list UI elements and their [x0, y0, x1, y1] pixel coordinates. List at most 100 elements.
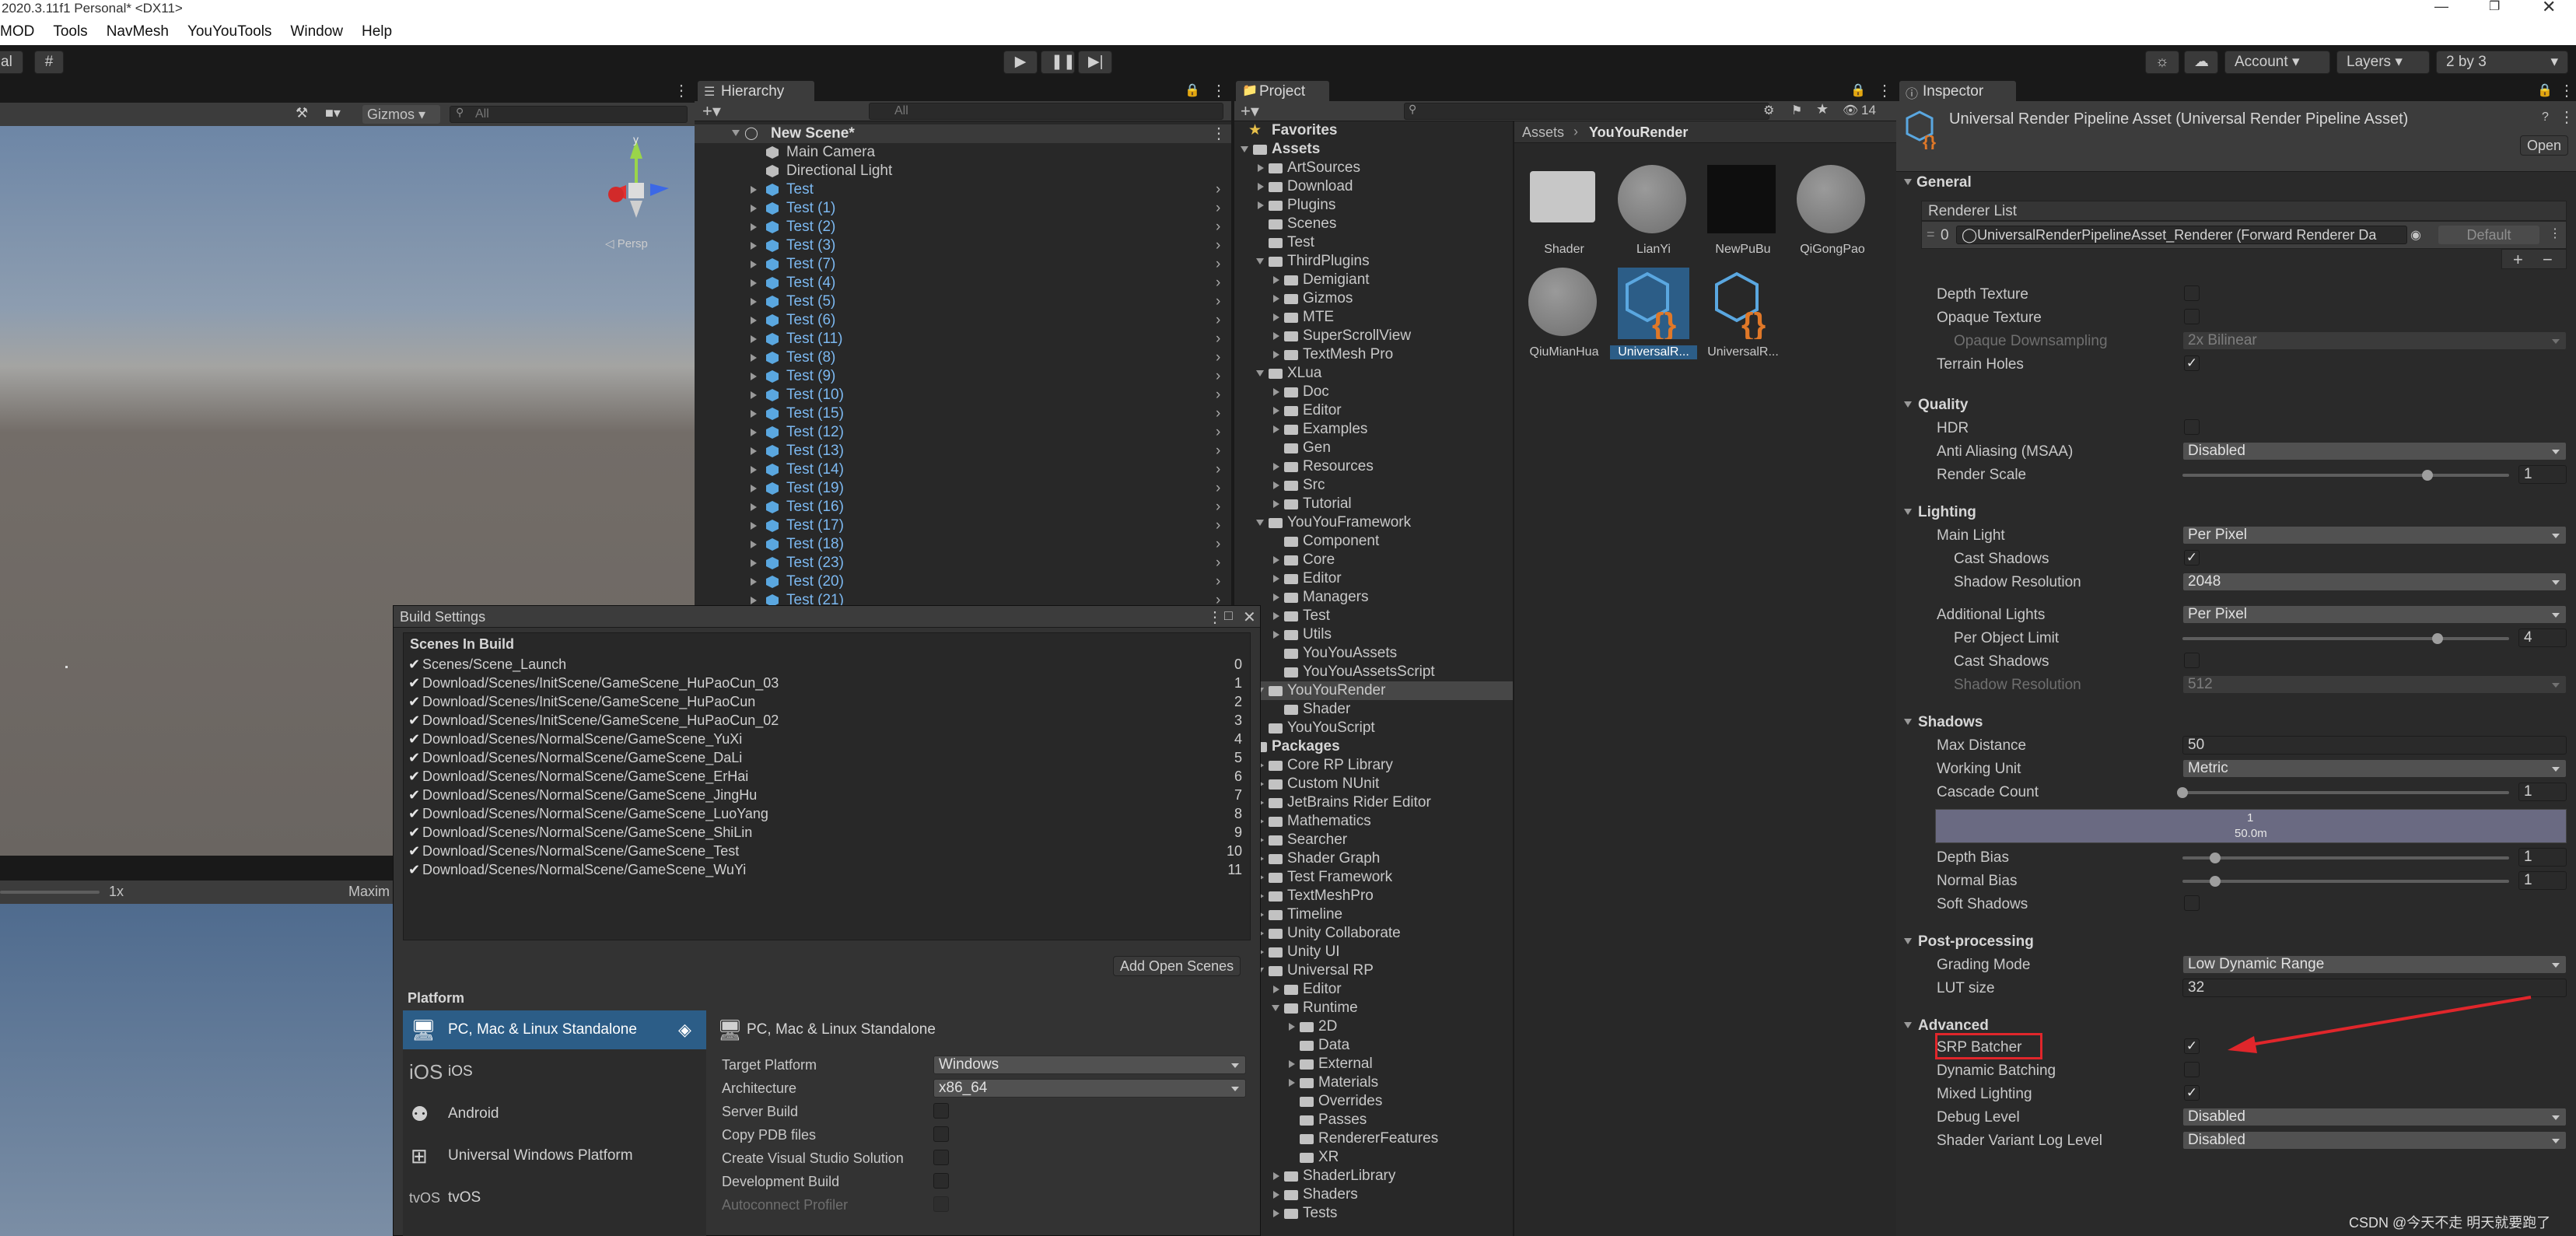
platform-item[interactable]: ⚉ Android — [403, 1094, 706, 1133]
folder-tree-item[interactable]: Shaders — [1234, 1185, 1513, 1204]
checkmark-icon[interactable]: ✔ — [408, 823, 420, 842]
folder-tree-item[interactable]: Test Framework — [1234, 868, 1513, 887]
services-button[interactable]: ☼ — [2145, 51, 2179, 74]
asset-tile[interactable]: Shader — [1525, 165, 1603, 261]
open-prefab-arrow-icon[interactable]: › — [1216, 218, 1220, 236]
expand-arrow-icon[interactable] — [751, 205, 757, 212]
open-prefab-arrow-icon[interactable]: › — [1216, 479, 1220, 498]
debug-level-value-dropdown[interactable]: Disabled — [2182, 1108, 2567, 1126]
expand-arrow-icon[interactable] — [751, 503, 757, 511]
hierarchy-item[interactable]: Test (10) › — [695, 386, 1231, 404]
more-options-icon[interactable]: ⋮ — [1211, 81, 1227, 100]
scene-row[interactable]: ✔ Download/Scenes/NormalScene/GameScene_T… — [404, 842, 1250, 860]
open-prefab-arrow-icon[interactable]: › — [1216, 442, 1220, 460]
folder-tree-item[interactable]: MTE — [1234, 308, 1513, 327]
collapse-arrow-icon[interactable] — [1273, 276, 1279, 284]
main-light-value-dropdown[interactable]: Per Pixel — [2182, 526, 2567, 544]
collapse-arrow-icon[interactable] — [1258, 183, 1264, 191]
orientation-gizmo[interactable]: y — [591, 134, 684, 243]
terrain-holes-checkbox[interactable]: ✓ — [2184, 355, 2200, 371]
scene-menu-icon[interactable]: ⋮ — [1211, 124, 1227, 143]
lock-icon[interactable]: 🔒 — [1850, 82, 1866, 98]
folder-tree-item[interactable]: Shader Graph — [1234, 849, 1513, 868]
collapse-arrow-icon[interactable] — [1273, 1191, 1279, 1199]
checkmark-icon[interactable]: ✔ — [408, 655, 420, 674]
folder-tree-item[interactable]: Doc — [1234, 383, 1513, 401]
collapse-arrow-icon[interactable] — [1273, 1172, 1279, 1180]
working-unit-value-dropdown[interactable]: Metric — [2182, 759, 2567, 778]
cast-shadows-checkbox[interactable]: ✓ — [2184, 550, 2200, 565]
collapse-arrow-icon[interactable] — [1273, 631, 1279, 639]
folder-tree-item[interactable]: Passes — [1234, 1111, 1513, 1129]
cascade-count-value-slider[interactable] — [2182, 791, 2509, 794]
menu-item-window[interactable]: Window — [281, 17, 352, 40]
more-options-icon[interactable]: ⋮ — [1877, 81, 1892, 100]
per-object-limit-value-slider[interactable] — [2182, 637, 2509, 640]
hierarchy-item[interactable]: Test (5) › — [695, 292, 1231, 311]
hierarchy-item[interactable]: Test (15) › — [695, 404, 1231, 423]
grid-snap-button[interactable]: # — [34, 51, 64, 74]
filter-label-icon[interactable]: ⚑ — [1791, 103, 1802, 118]
folder-tree-item[interactable]: ArtSources — [1234, 159, 1513, 177]
normal-bias-value-field[interactable]: 1 — [2518, 871, 2567, 890]
breadcrumb-assets[interactable]: Assets — [1522, 124, 1564, 141]
max-distance-value-field[interactable]: 50 — [2182, 736, 2567, 755]
hierarchy-item[interactable]: Test (12) › — [695, 423, 1231, 442]
folder-tree-item[interactable]: Download — [1234, 177, 1513, 196]
folder-tree-item[interactable]: Editor — [1234, 401, 1513, 420]
add-icon[interactable]: +▾ — [702, 101, 721, 121]
menu-item-tools[interactable]: Tools — [44, 17, 96, 40]
open-prefab-arrow-icon[interactable]: › — [1216, 386, 1220, 404]
hierarchy-item[interactable]: Test (18) › — [695, 535, 1231, 554]
expand-arrow-icon[interactable] — [751, 317, 757, 324]
hierarchy-item[interactable]: Test (14) › — [695, 460, 1231, 479]
folder-tree-item[interactable]: Editor — [1234, 569, 1513, 588]
expand-arrow-icon[interactable] — [751, 578, 757, 586]
mixed-lighting-checkbox[interactable]: ✓ — [2184, 1085, 2200, 1101]
menu-item-help[interactable]: Help — [352, 17, 401, 40]
expand-arrow-icon[interactable] — [751, 298, 757, 306]
folder-tree-item[interactable]: Demigiant — [1234, 271, 1513, 289]
collapse-arrow-icon[interactable] — [1273, 407, 1279, 415]
hidden-packages-icon[interactable]: 👁 — [1843, 103, 1858, 118]
hierarchy-search-input[interactable]: All — [869, 103, 1223, 120]
expand-arrow-icon[interactable] — [1256, 258, 1264, 264]
folder-tree-item[interactable]: Core RP Library — [1234, 756, 1513, 775]
build-option-checkbox[interactable] — [933, 1103, 949, 1119]
expand-arrow-icon[interactable] — [751, 447, 757, 455]
close-window-icon[interactable]: ✕ — [2542, 0, 2556, 17]
collapse-arrow-icon[interactable] — [1289, 1023, 1295, 1031]
dynamic-batching-checkbox[interactable] — [2184, 1062, 2200, 1077]
open-prefab-arrow-icon[interactable]: › — [1216, 180, 1220, 199]
folder-tree-item[interactable]: Mathematics — [1234, 812, 1513, 831]
more-options-icon[interactable]: ⋮ — [1207, 607, 1223, 627]
filter-type-icon[interactable]: ⚙ — [1763, 103, 1774, 118]
collapse-arrow-icon[interactable] — [1273, 351, 1279, 359]
folder-tree-item[interactable]: Managers — [1234, 588, 1513, 607]
shadow-resolution-value-dropdown[interactable]: 2048 — [2182, 572, 2567, 591]
slider-knob[interactable] — [2210, 876, 2221, 887]
open-prefab-arrow-icon[interactable]: › — [1216, 554, 1220, 572]
checkmark-icon[interactable]: ✔ — [408, 748, 420, 767]
folder-tree-item[interactable]: Searcher — [1234, 831, 1513, 849]
open-prefab-arrow-icon[interactable]: › — [1216, 236, 1220, 255]
folder-tree-item[interactable]: Test — [1234, 607, 1513, 625]
build-option-checkbox[interactable] — [933, 1126, 949, 1142]
game-viewport[interactable] — [0, 904, 393, 1236]
collapse-arrow-icon[interactable] — [1273, 593, 1279, 601]
normal-bias-value-slider[interactable] — [2182, 880, 2509, 883]
layout-dropdown[interactable]: 2 by 3 ▾ — [2436, 51, 2568, 74]
section-quality[interactable]: Quality — [1904, 397, 1968, 414]
step-button[interactable]: ▶| — [1078, 51, 1112, 74]
expand-arrow-icon[interactable] — [751, 559, 757, 567]
tools-icon[interactable]: ⚒ — [296, 105, 308, 121]
collapse-arrow-icon[interactable] — [1273, 388, 1279, 396]
minimize-icon[interactable]: — — [2434, 0, 2448, 15]
collapse-arrow-icon[interactable] — [1273, 425, 1279, 433]
scene-row[interactable]: ✔ Download/Scenes/InitScene/GameScene_HuP… — [404, 692, 1250, 711]
hierarchy-item[interactable]: Test (17) › — [695, 516, 1231, 535]
scene-row[interactable]: ✔ Download/Scenes/NormalScene/GameScene_L… — [404, 804, 1250, 823]
open-prefab-arrow-icon[interactable]: › — [1216, 330, 1220, 348]
checkmark-icon[interactable]: ✔ — [408, 730, 420, 748]
build-option-checkbox[interactable] — [933, 1173, 949, 1189]
